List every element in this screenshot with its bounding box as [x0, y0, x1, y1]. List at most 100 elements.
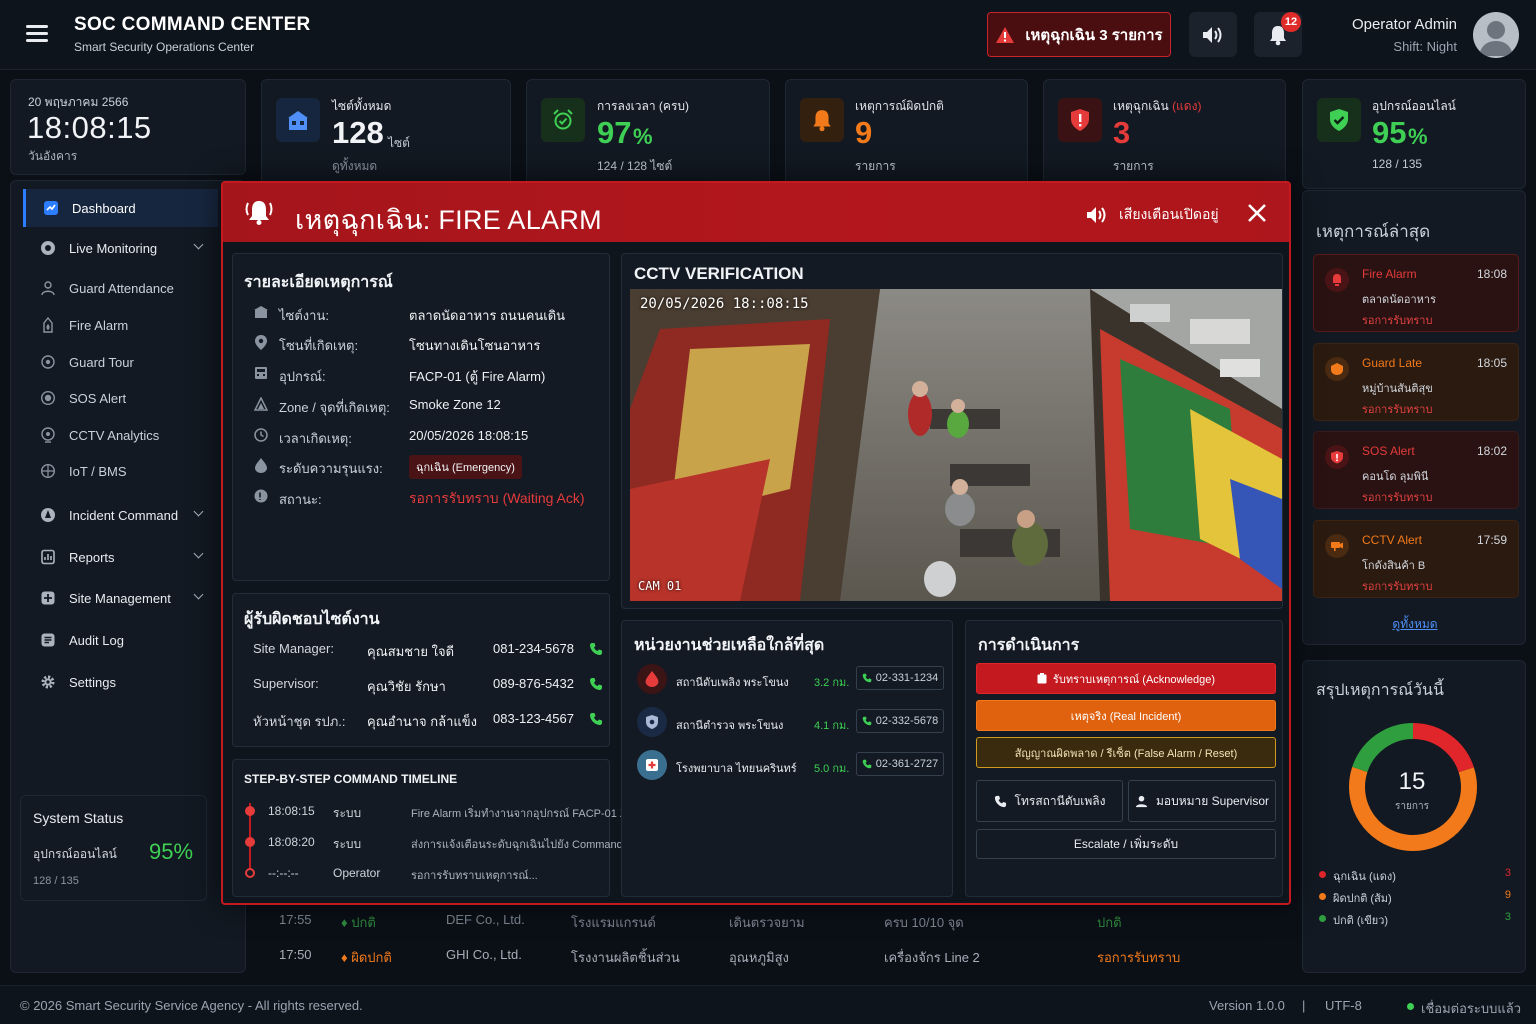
feed-item-site: โกดังสินค้า B: [1362, 560, 1426, 572]
escalate-button[interactable]: Escalate / เพิ่มระดับ: [976, 829, 1276, 859]
sidebar-item-guard-tour[interactable]: Guard Tour: [23, 343, 218, 381]
modal-header: เหตุฉุกเฉิน: FIRE ALARM เสียงเตือนเปิดอย…: [223, 183, 1289, 242]
contact-row: หัวหน้าชุด รปภ.: คุณอำนาจ กล้าแข็ง 083-123…: [253, 711, 603, 731]
sidebar-item-label: Incident Command: [69, 507, 179, 523]
chevron-down-icon: [193, 506, 204, 517]
unit-call-button[interactable]: 02-331-1234: [856, 666, 944, 690]
sidebar-item-audit-log[interactable]: Audit Log: [23, 621, 218, 659]
camera-icon: [39, 239, 57, 257]
market-scene-image: [630, 289, 1282, 601]
system-status-card: System Status อุปกรณ์ออนไลน์ 95% 128 / 1…: [20, 795, 207, 901]
stat-card-sites[interactable]: ไซต์ทั้งหมด 128 ไซต์ ดูทั้งหมด: [261, 79, 511, 189]
menu-icon[interactable]: [26, 25, 48, 42]
sos-icon: [39, 389, 57, 407]
phone-icon: [862, 759, 872, 769]
unit-row: โรงพยาบาล ไทยนครินทร์ 5.0 กม. 02-361-272…: [634, 747, 946, 783]
timeline-dot: [245, 806, 255, 816]
sidebar-item-label: Guard Tour: [69, 354, 134, 370]
table-cell: 17:55: [279, 912, 312, 927]
assign-supervisor-button[interactable]: มอบหมาย Supervisor: [1128, 780, 1276, 822]
sidebar-item-fire-alarm[interactable]: Fire Alarm: [23, 306, 218, 344]
stat-card-attendance[interactable]: การลงเวลา (ครบ) 97 % 124 / 128 ไซต์: [526, 79, 770, 189]
feed-item-title: SOS Alert: [1362, 444, 1415, 458]
false-alarm-button[interactable]: สัญญาณผิดพลาด / รีเซ็ต (False Alarm / Re…: [976, 737, 1276, 768]
fire-station-icon: [637, 664, 667, 694]
sidebar-item-sos-alert[interactable]: SOS Alert: [23, 379, 218, 417]
sidebar-item-iot-bms[interactable]: IoT / BMS: [23, 452, 218, 490]
sidebar-item-guard-attendance[interactable]: Guard Attendance: [23, 269, 218, 307]
modal-title: เหตุฉุกเฉิน: FIRE ALARM: [295, 205, 602, 235]
audit-icon: [39, 631, 57, 649]
cctv-camera-label: CAM 01: [638, 579, 682, 593]
severity-icon: [253, 457, 269, 473]
feed-item-status: รอการรับทราบ: [1362, 404, 1433, 416]
severity-badge: ฉุกเฉิน (Emergency): [409, 455, 522, 479]
feed-item-time: 18:02: [1476, 444, 1507, 458]
legend-label: ผิดปกติ (ส้ม): [1333, 893, 1392, 905]
report-icon: [39, 548, 57, 566]
cctv-video-feed[interactable]: 20/05/2026 18::08:15 CAM 01: [630, 289, 1282, 601]
call-fire-station-button[interactable]: โทรสถานีดับเพลิง: [976, 780, 1123, 822]
top-bar: SOC COMMAND CENTER Smart Security Operat…: [0, 0, 1536, 70]
feed-item-site: คอนโด ลุมพินี: [1362, 471, 1429, 483]
unit-distance: 3.2 กม.: [814, 677, 850, 689]
sidebar-item-cctv-analytics[interactable]: CCTV Analytics: [23, 416, 218, 454]
stat-unit: %: [633, 124, 653, 149]
cctv-title: CCTV VERIFICATION: [634, 264, 804, 283]
view-all-link[interactable]: ดูทั้งหมด: [1303, 615, 1527, 634]
avatar[interactable]: [1473, 12, 1519, 58]
nearby-units-panel: หน่วยงานช่วยเหลือใกล้ที่สุด สถานีดับเพลิ…: [621, 620, 953, 897]
legend-value: 3: [1504, 911, 1511, 923]
feed-item[interactable]: Guard Late 18:05 หมู่บ้านสันติสุข รอการร…: [1313, 343, 1519, 421]
phone-icon[interactable]: [589, 677, 603, 691]
stat-card-emergency[interactable]: เหตุฉุกเฉิน (แดง) 3 รายการ: [1043, 79, 1286, 189]
feed-item-site: หมู่บ้านสันติสุข: [1362, 383, 1433, 395]
acknowledge-button[interactable]: รับทราบเหตุการณ์ (Acknowledge): [976, 663, 1276, 694]
table-cell: ปกติ: [1097, 915, 1122, 930]
sidebar-item-settings[interactable]: Settings: [23, 663, 218, 701]
site-icon: [253, 304, 269, 320]
feed-item-status: รอการรับทราบ: [1362, 492, 1433, 504]
sidebar-item-live-monitoring[interactable]: Live Monitoring: [23, 229, 218, 267]
user-shift: Shift: Night: [1393, 39, 1457, 54]
stat-card-abnormal[interactable]: เหตุการณ์ผิดปกติ 9 รายการ: [785, 79, 1028, 189]
sidebar-item-dashboard[interactable]: Dashboard: [23, 189, 218, 227]
feed-item-site: ตลาดนัดอาหาร: [1362, 294, 1436, 306]
unit-call-button[interactable]: 02-332-5678: [856, 709, 944, 733]
feed-item-time: 18:08: [1476, 267, 1507, 281]
phone-icon[interactable]: [589, 642, 603, 656]
sidebar-item-incident-command[interactable]: Incident Command: [23, 496, 218, 534]
app-subtitle: Smart Security Operations Center: [74, 40, 255, 54]
table-cell: ครบ 10/10 จุด: [884, 915, 964, 930]
feed-item[interactable]: SOS Alert 18:02 คอนโด ลุมพินี รอการรับทร…: [1313, 431, 1519, 509]
sidebar-item-reports[interactable]: Reports: [23, 538, 218, 576]
unit-row: สถานีตำรวจ พระโขนง 4.1 กม. 02-332-5678: [634, 704, 946, 740]
timeline-dot: [245, 868, 255, 878]
stat-sub: รายการ: [1113, 159, 1154, 173]
table-row[interactable]: 17:50 ♦ ผิดปกติ GHI Co., Ltd. โรงงานผลิต…: [260, 947, 1290, 981]
sidebar-item-label: Guard Attendance: [69, 280, 174, 296]
sidebar-item-label: Site Management: [69, 590, 171, 606]
footer: © 2026 Smart Security Service Agency - A…: [0, 985, 1536, 1024]
real-incident-button[interactable]: เหตุจริง (Real Incident): [976, 700, 1276, 731]
sidebar-item-site-management[interactable]: Site Management: [23, 579, 218, 617]
feed-item[interactable]: Fire Alarm 18:08 ตลาดนัดอาหาร รอการรับทร…: [1313, 254, 1519, 332]
sound-toggle[interactable]: เสียงเตือนเปิดอยู่: [1085, 204, 1219, 226]
table-row[interactable]: 17:55 ♦ ปกติ DEF Co., Ltd. โรงแรมแกรนด์ …: [260, 912, 1290, 946]
phone-icon[interactable]: [589, 712, 603, 726]
clock-icon: [253, 427, 269, 443]
table-cell: โรงแรมแกรนด์: [571, 915, 656, 930]
stat-card-devices[interactable]: อุปกรณ์ออนไลน์ 95 % 128 / 135: [1302, 79, 1526, 189]
detail-row: สถานะ: รอการรับทราบ (Waiting Ack): [253, 485, 593, 509]
table-cell: เครื่องจักร Line 2: [884, 950, 980, 965]
sidebar-item-label: IoT / BMS: [69, 463, 127, 479]
unit-call-button[interactable]: 02-361-2727: [856, 752, 944, 776]
close-icon[interactable]: [1247, 203, 1267, 223]
emergency-alert-button[interactable]: เหตุฉุกเฉิน 3 รายการ: [987, 12, 1171, 57]
feed-item[interactable]: CCTV Alert 17:59 โกดังสินค้า B รอการรับท…: [1313, 520, 1519, 598]
sound-button[interactable]: [1189, 12, 1237, 57]
user-name: Operator Admin: [1351, 16, 1457, 33]
feed-item-status: รอการรับทราบ: [1362, 581, 1433, 593]
view-all-sites-link[interactable]: ดูทั้งหมด: [332, 157, 377, 176]
notification-badge: 12: [1281, 12, 1301, 32]
